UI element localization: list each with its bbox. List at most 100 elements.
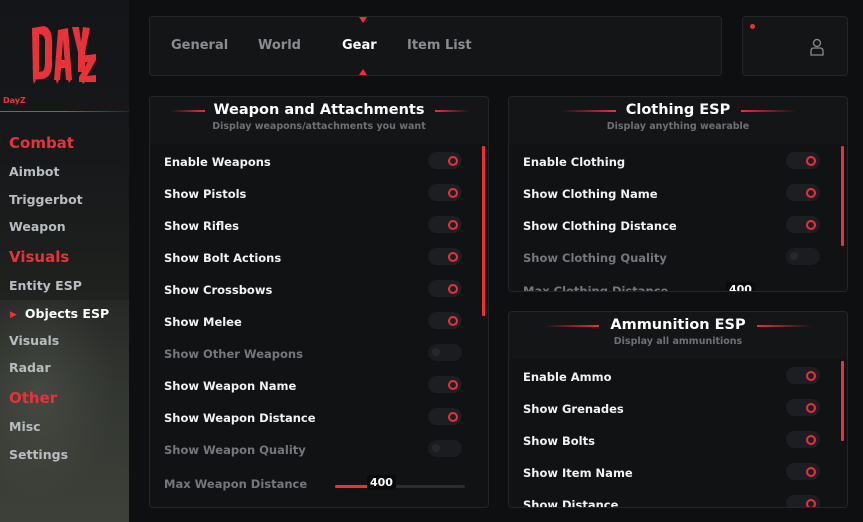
toggle-knob-icon <box>448 411 458 422</box>
toggle-knob-icon <box>448 187 458 198</box>
panel-subtitle: Display weapons/attachments you want <box>212 121 426 132</box>
toggle-knob-icon <box>806 219 816 230</box>
nav-section-other: Other <box>9 389 58 407</box>
option-toggle[interactable] <box>428 216 462 233</box>
tab-world[interactable]: World <box>258 38 301 53</box>
option-toggle[interactable] <box>786 248 820 265</box>
nav-item-settings[interactable]: Settings <box>9 447 68 462</box>
nav-item-weapon[interactable]: Weapon <box>9 219 66 234</box>
panel-title: Clothing ESP <box>625 102 731 118</box>
option-label: Show Bolts <box>523 434 595 448</box>
weapon-panel: Weapon and Attachments Display weapons/a… <box>149 96 489 508</box>
toggle-knob-icon <box>448 219 458 230</box>
clothing-panel: Clothing ESP Display anything wearable E… <box>508 96 848 292</box>
option-label: Show Melee <box>164 315 242 329</box>
dayz-logo <box>32 26 96 84</box>
option-toggle[interactable] <box>786 431 820 448</box>
tab-item-list[interactable]: Item List <box>407 38 472 53</box>
panel-subtitle: Display anything wearable <box>606 121 750 132</box>
option-toggle[interactable] <box>428 184 462 201</box>
toggle-knob-icon <box>448 283 458 294</box>
option-toggle[interactable] <box>428 248 462 265</box>
toggle-knob-icon <box>448 155 458 166</box>
option-label: Show Distance <box>523 498 619 508</box>
tab-gear[interactable]: Gear <box>342 38 377 53</box>
option-label: Show Bolt Actions <box>164 251 282 265</box>
option-toggle[interactable] <box>786 216 820 233</box>
ammo-panel: Ammunition ESP Display all ammunitions E… <box>508 311 848 508</box>
toggle-knob-icon <box>448 315 458 326</box>
toggle-knob-icon <box>432 444 440 452</box>
option-toggle[interactable] <box>428 344 462 361</box>
user-box <box>742 16 848 76</box>
sidebar: DayZ Combat Aimbot Triggerbot Weapon Vis… <box>0 0 129 522</box>
option-toggle[interactable] <box>428 408 462 425</box>
option-toggle[interactable] <box>786 463 820 480</box>
panel-body: Enable Clothing Show Clothing Name Show Cl… <box>509 144 847 291</box>
active-arrow-icon: ▶ <box>10 310 17 320</box>
option-label: Show Clothing Quality <box>523 251 667 265</box>
game-name: DayZ <box>3 96 26 105</box>
option-label: Show Crossbows <box>164 283 273 297</box>
nav-item-objects-esp[interactable]: ▶ Objects ESP <box>10 306 109 321</box>
scrollbar[interactable] <box>841 361 844 441</box>
scrollbar[interactable] <box>482 146 485 316</box>
option-label: Enable Ammo <box>523 370 612 384</box>
option-label: Show Rifles <box>164 219 239 233</box>
nav-item-visuals[interactable]: Visuals <box>9 333 59 348</box>
option-label: Enable Clothing <box>523 155 626 169</box>
option-label: Show Pistols <box>164 187 247 201</box>
option-toggle[interactable] <box>786 495 820 507</box>
toggle-knob-icon <box>448 251 458 262</box>
nav-section-visuals: Visuals <box>9 248 70 266</box>
panel-title: Ammunition ESP <box>610 317 746 333</box>
panel-body: Enable Weapons Show Pistols Show Rifles Sho… <box>150 144 488 507</box>
slider-label: Max Clothing Distance <box>523 284 669 292</box>
logo-divider <box>0 111 129 112</box>
option-toggle[interactable] <box>428 280 462 297</box>
toggle-knob-icon <box>806 155 816 166</box>
nav-item-triggerbot[interactable]: Triggerbot <box>9 192 83 207</box>
toggle-knob-icon <box>806 402 816 413</box>
panel-title: Weapon and Attachments <box>213 102 425 118</box>
option-toggle[interactable] <box>786 399 820 416</box>
panel-subtitle: Display all ammunitions <box>613 336 743 347</box>
option-label: Show Clothing Name <box>523 187 658 201</box>
option-label: Enable Weapons <box>164 155 271 169</box>
option-toggle[interactable] <box>786 152 820 169</box>
option-label: Show Weapon Name <box>164 379 297 393</box>
slider-value: 400 <box>726 282 755 291</box>
option-toggle[interactable] <box>786 367 820 384</box>
nav-section-combat: Combat <box>9 134 74 152</box>
slider-value: 400 <box>367 475 396 490</box>
option-label: Show Weapon Quality <box>164 443 306 457</box>
tab-general[interactable]: General <box>171 38 228 53</box>
nav-item-misc[interactable]: Misc <box>9 419 41 434</box>
option-label: Show Clothing Distance <box>523 219 677 233</box>
option-label: Show Weapon Distance <box>164 411 316 425</box>
option-toggle[interactable] <box>428 312 462 329</box>
toggle-knob-icon <box>806 187 816 198</box>
nav-item-label: Objects ESP <box>24 306 110 321</box>
user-icon[interactable] <box>810 38 824 56</box>
toggle-knob-icon <box>806 466 816 477</box>
nav-item-aimbot[interactable]: Aimbot <box>9 164 60 179</box>
toggle-knob-icon <box>448 379 458 390</box>
nav-item-radar[interactable]: Radar <box>9 360 51 375</box>
option-label: Show Item Name <box>523 466 633 480</box>
option-toggle[interactable] <box>428 440 462 457</box>
option-label: Show Other Weapons <box>164 347 303 361</box>
toggle-knob-icon <box>806 498 816 507</box>
toggle-knob-icon <box>432 348 440 356</box>
status-dot-icon <box>750 24 755 29</box>
option-toggle[interactable] <box>786 184 820 201</box>
option-toggle[interactable] <box>428 152 462 169</box>
toggle-knob-icon <box>806 370 816 381</box>
toggle-knob-icon <box>806 434 816 445</box>
option-label: Show Grenades <box>523 402 624 416</box>
scrollbar[interactable] <box>841 146 844 246</box>
nav-item-entity-esp[interactable]: Entity ESP <box>9 278 82 293</box>
panel-body: Enable Ammo Show Grenades Show Bolts Show I… <box>509 359 847 507</box>
active-tab-bottom-marker-icon <box>359 69 367 75</box>
option-toggle[interactable] <box>428 376 462 393</box>
